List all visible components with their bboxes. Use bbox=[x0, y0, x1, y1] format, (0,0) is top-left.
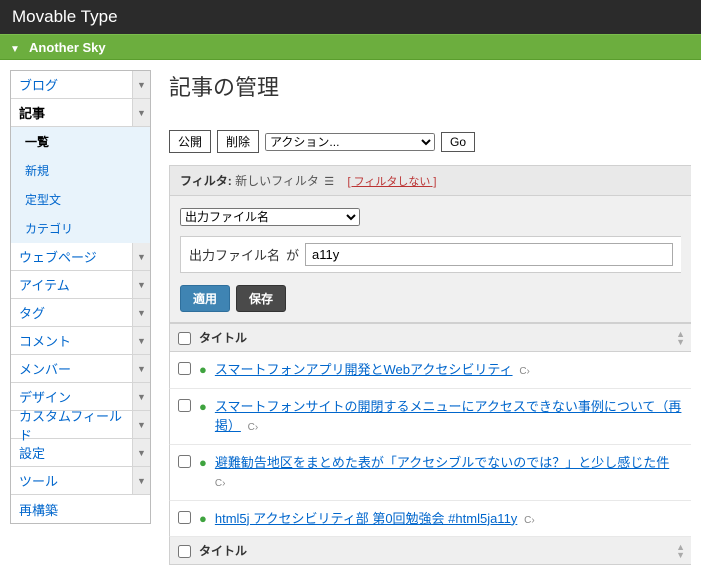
brand-name: Movable Type bbox=[12, 7, 118, 26]
filter-body: 出力ファイル名 出力ファイル名 が 適用 保存 bbox=[169, 196, 691, 323]
table-row: ● スマートフォンサイトの開閉するメニューにアクセスできない事例について（再掲） … bbox=[169, 389, 691, 445]
entry-title-link[interactable]: スマートフォンサイトの開閉するメニューにアクセスできない事例について（再掲） bbox=[215, 399, 682, 434]
filter-value-input[interactable] bbox=[305, 243, 673, 266]
filter-field-select[interactable]: 出力ファイル名 bbox=[180, 208, 360, 226]
status-published-icon: ● bbox=[199, 455, 207, 470]
status-published-icon: ● bbox=[199, 362, 207, 377]
submenu: 一覧新規定型文カテゴリ bbox=[11, 127, 150, 243]
sidebar-item[interactable]: 設定▼ bbox=[11, 439, 150, 467]
sidebar-item[interactable]: メンバー▼ bbox=[11, 355, 150, 383]
row-checkbox[interactable] bbox=[178, 399, 191, 412]
sidebar-item[interactable]: カスタムフィールド▼ bbox=[11, 411, 150, 439]
submenu-item[interactable]: 一覧 bbox=[11, 127, 150, 156]
sort-icon[interactable]: ▲▼ bbox=[676, 330, 685, 346]
delete-button[interactable]: 削除 bbox=[217, 130, 259, 153]
site-name: Another Sky bbox=[29, 40, 106, 55]
table-row: ● html5j アクセシビリティ部 第0回勉強会 #html5ja11y C› bbox=[169, 501, 691, 538]
entry-title: html5j アクセシビリティ部 第0回勉強会 #html5ja11y C› bbox=[215, 509, 683, 529]
filter-label: フィルタ: bbox=[180, 174, 232, 188]
sidebar-item-label[interactable]: ウェブページ bbox=[11, 243, 132, 270]
site-bar[interactable]: ▼ Another Sky bbox=[0, 34, 701, 60]
sort-icon-bottom[interactable]: ▲▼ bbox=[676, 543, 685, 559]
chevron-down-icon[interactable]: ▼ bbox=[132, 355, 150, 382]
sidebar-item-label[interactable]: アイテム bbox=[11, 271, 132, 298]
submenu-item[interactable]: カテゴリ bbox=[11, 214, 150, 243]
action-select[interactable]: アクション... bbox=[265, 133, 435, 151]
entry-title-link[interactable]: 避難勧告地区をまとめた表が「アクセシブルでないのでは？」と少し感じた件 bbox=[215, 455, 669, 470]
site-collapse-icon: ▼ bbox=[10, 44, 20, 55]
list-header: タイトル ▲▼ bbox=[169, 323, 691, 352]
save-filter-button[interactable]: 保存 bbox=[236, 285, 286, 312]
submenu-item[interactable]: 定型文 bbox=[11, 185, 150, 214]
filter-cond-label: 出力ファイル名 bbox=[189, 245, 280, 264]
go-button[interactable]: Go bbox=[441, 132, 475, 152]
sidebar-item-label[interactable]: カスタムフィールド bbox=[11, 411, 132, 438]
select-all-checkbox[interactable] bbox=[178, 332, 191, 345]
publish-button[interactable]: 公開 bbox=[169, 130, 211, 153]
entry-title: スマートフォンアプリ開発とWebアクセシビリティ C› bbox=[215, 360, 683, 380]
row-checkbox[interactable] bbox=[178, 455, 191, 468]
sidebar-item-label[interactable]: 再構築 bbox=[11, 495, 150, 523]
entry-title-link[interactable]: html5j アクセシビリティ部 第0回勉強会 #html5ja11y bbox=[215, 511, 517, 526]
chevron-down-icon[interactable]: ▼ bbox=[132, 71, 150, 98]
sidebar-item[interactable]: ブログ▼ bbox=[11, 71, 150, 99]
chevron-down-icon[interactable]: ▼ bbox=[132, 411, 150, 438]
filter-cond-op: が bbox=[286, 245, 299, 264]
chevron-down-icon[interactable]: ▼ bbox=[132, 271, 150, 298]
sidebar-item[interactable]: ウェブページ▼ bbox=[11, 243, 150, 271]
sidebar-item[interactable]: 記事▼ bbox=[11, 99, 150, 127]
chevron-down-icon[interactable]: ▼ bbox=[132, 383, 150, 410]
chevron-down-icon[interactable]: ▼ bbox=[132, 327, 150, 354]
main: 記事の管理 公開 削除 アクション... Go フィルタ: 新しいフィルタ ☰ … bbox=[169, 70, 691, 565]
chevron-down-icon[interactable]: ▼ bbox=[132, 99, 150, 126]
entry-title-link[interactable]: スマートフォンアプリ開発とWebアクセシビリティ bbox=[215, 362, 513, 377]
list-footer: タイトル ▲▼ bbox=[169, 537, 691, 565]
filter-name[interactable]: 新しいフィルタ bbox=[235, 174, 319, 188]
col-title[interactable]: タイトル bbox=[199, 329, 683, 346]
clear-filter-link[interactable]: [ フィルタしない ] bbox=[347, 176, 436, 188]
filter-list-icon[interactable]: ☰ bbox=[324, 176, 334, 188]
chevron-down-icon[interactable]: ▼ bbox=[132, 243, 150, 270]
sidebar-item[interactable]: タグ▼ bbox=[11, 299, 150, 327]
filter-condition: 出力ファイル名 が bbox=[180, 236, 681, 273]
chevron-down-icon[interactable]: ▼ bbox=[132, 439, 150, 466]
permalink-icon[interactable]: C› bbox=[215, 478, 226, 489]
sidebar-item[interactable]: 再構築 bbox=[11, 495, 150, 523]
permalink-icon[interactable]: C› bbox=[245, 422, 258, 433]
sidebar-item[interactable]: コメント▼ bbox=[11, 327, 150, 355]
table-row: ● スマートフォンアプリ開発とWebアクセシビリティ C› bbox=[169, 352, 691, 389]
chevron-down-icon[interactable]: ▼ bbox=[132, 299, 150, 326]
chevron-down-icon[interactable]: ▼ bbox=[132, 467, 150, 494]
filter-bar: フィルタ: 新しいフィルタ ☰ [ フィルタしない ] bbox=[169, 165, 691, 196]
col-title-bottom[interactable]: タイトル bbox=[199, 542, 683, 559]
sidebar-item[interactable]: アイテム▼ bbox=[11, 271, 150, 299]
toolbar: 公開 削除 アクション... Go bbox=[169, 130, 691, 153]
table-row: ● 避難勧告地区をまとめた表が「アクセシブルでないのでは？」と少し感じた件 C› bbox=[169, 445, 691, 501]
row-checkbox[interactable] bbox=[178, 511, 191, 524]
sidebar: ブログ▼記事▼一覧新規定型文カテゴリウェブページ▼アイテム▼タグ▼コメント▼メン… bbox=[10, 70, 151, 524]
row-checkbox[interactable] bbox=[178, 362, 191, 375]
sidebar-item-label[interactable]: タグ bbox=[11, 299, 132, 326]
permalink-icon[interactable]: C› bbox=[521, 515, 534, 526]
sidebar-item-label[interactable]: メンバー bbox=[11, 355, 132, 382]
submenu-item[interactable]: 新規 bbox=[11, 156, 150, 185]
sidebar-item-label[interactable]: ブログ bbox=[11, 71, 132, 98]
apply-filter-button[interactable]: 適用 bbox=[180, 285, 230, 312]
entry-title: 避難勧告地区をまとめた表が「アクセシブルでないのでは？」と少し感じた件 C› bbox=[215, 453, 683, 492]
sidebar-item-label[interactable]: ツール bbox=[11, 467, 132, 494]
sidebar-item-label[interactable]: 設定 bbox=[11, 439, 132, 466]
permalink-icon[interactable]: C› bbox=[517, 366, 530, 377]
topbar: Movable Type bbox=[0, 0, 701, 34]
status-published-icon: ● bbox=[199, 399, 207, 414]
sidebar-item-label[interactable]: 記事 bbox=[11, 99, 132, 126]
sidebar-item[interactable]: ツール▼ bbox=[11, 467, 150, 495]
page-title: 記事の管理 bbox=[169, 70, 691, 102]
sidebar-item-label[interactable]: コメント bbox=[11, 327, 132, 354]
entry-title: スマートフォンサイトの開閉するメニューにアクセスできない事例について（再掲） C… bbox=[215, 397, 683, 436]
status-published-icon: ● bbox=[199, 511, 207, 526]
